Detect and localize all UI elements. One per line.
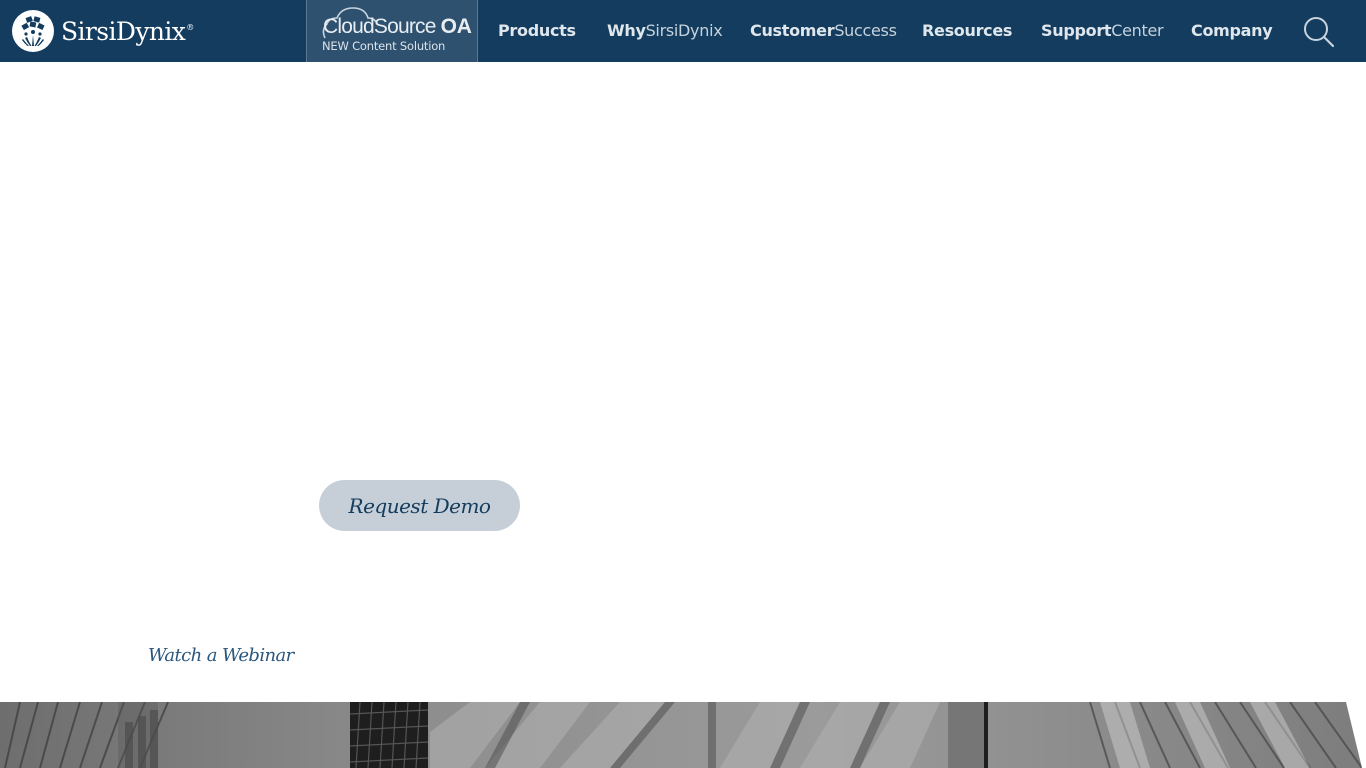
search-icon	[1304, 17, 1335, 48]
logo-tree-icon	[12, 10, 54, 52]
nav-support-center[interactable]: SupportCenter	[1041, 20, 1164, 42]
cloudsource-oa-tab[interactable]: CloudSource OA NEW Content Solution	[306, 0, 478, 62]
nav-support-suffix: Center	[1111, 21, 1164, 40]
nav-company-label: Company	[1191, 21, 1273, 40]
cloudsource-oa-title: CloudSource OA	[323, 15, 472, 38]
nav-customer-label: Customer	[750, 21, 835, 40]
nav-products[interactable]: Products	[498, 20, 576, 42]
sirsidynix-logo[interactable]: SirsiDynix®	[12, 10, 194, 52]
cloudsource-oa-subtitle: NEW Content Solution	[322, 39, 446, 53]
nav-why-sirsidynix[interactable]: WhySirsiDynix	[607, 20, 723, 42]
logo-wordmark: SirsiDynix®	[61, 16, 194, 46]
nav-customer-success[interactable]: CustomerSuccess	[750, 20, 897, 42]
request-demo-button[interactable]: Request Demo	[319, 480, 520, 531]
nav-resources[interactable]: Resources	[922, 20, 1012, 42]
nav-products-label: Products	[498, 21, 576, 40]
nav-support-label: Support	[1041, 21, 1112, 40]
hero-building-image	[0, 702, 1366, 768]
nav-why-label: Why	[607, 21, 646, 40]
nav-company[interactable]: Company	[1191, 20, 1273, 42]
search-button[interactable]	[1302, 16, 1336, 48]
nav-why-suffix: SirsiDynix	[645, 21, 723, 40]
nav-resources-label: Resources	[922, 21, 1013, 40]
top-navigation-bar: SirsiDynix® CloudSource OA NEW Content S…	[0, 0, 1366, 62]
watch-webinar-link[interactable]: Watch a Webinar	[148, 645, 294, 666]
nav-customer-suffix: Success	[834, 21, 897, 40]
